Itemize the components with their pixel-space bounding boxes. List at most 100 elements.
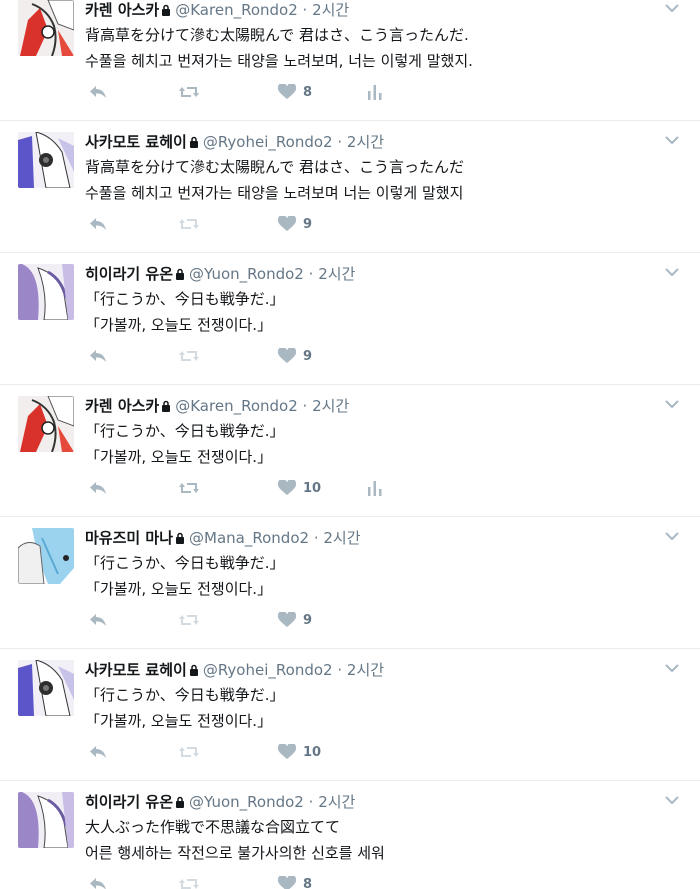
tweet-actions: 9 bbox=[85, 212, 445, 236]
display-name[interactable]: 히이라기 유온 bbox=[85, 265, 173, 283]
retweet-button[interactable] bbox=[178, 872, 200, 889]
tweet-actions: 9 bbox=[85, 608, 445, 632]
avatar[interactable] bbox=[18, 0, 74, 56]
separator-dot: · bbox=[308, 793, 314, 811]
tweet[interactable]: 사카모토 료헤이 @Ryohei_Rondo2 · 2시간 「行こうか、今日も戦争… bbox=[0, 656, 700, 781]
retweet-button[interactable] bbox=[178, 740, 200, 764]
retweet-icon bbox=[179, 351, 199, 361]
tweet-text-line: 背高草を分けて滲む太陽睨んで 君はさ、こう言ったんだ bbox=[85, 158, 465, 176]
chevron-down-icon[interactable] bbox=[664, 398, 680, 410]
like-button[interactable]: 9 bbox=[278, 344, 312, 368]
retweet-button[interactable] bbox=[178, 344, 200, 368]
timestamp[interactable]: 2시간 bbox=[347, 133, 384, 151]
reply-button[interactable] bbox=[88, 872, 108, 889]
like-button[interactable]: 9 bbox=[278, 608, 312, 632]
tweet-text-line: 「가볼까, 오늘도 전쟁이다.」 bbox=[85, 316, 273, 334]
retweet-button[interactable] bbox=[178, 608, 200, 632]
tweet[interactable]: 히이라기 유온 @Yuon_Rondo2 · 2시간 大人ぶった作戦で不思議な合図… bbox=[0, 788, 700, 889]
like-count: 8 bbox=[303, 876, 313, 889]
chevron-down-icon[interactable] bbox=[664, 2, 680, 14]
tweet-text-line: 「行こうか、今日も戦争だ.」 bbox=[85, 554, 285, 572]
analytics-button[interactable] bbox=[368, 80, 382, 104]
tweet-text: 大人ぶった作戦で不思議な合図立てて 어른 행세하는 작전으로 불가사의한 신호를… bbox=[85, 814, 385, 866]
tweet-actions: 9 bbox=[85, 344, 445, 368]
heart-icon bbox=[278, 348, 296, 363]
chevron-down-icon[interactable] bbox=[664, 662, 680, 674]
handle[interactable]: @Yuon_Rondo2 bbox=[189, 265, 304, 283]
display-name[interactable]: 히이라기 유온 bbox=[85, 793, 173, 811]
retweet-button[interactable] bbox=[178, 476, 200, 500]
reply-button[interactable] bbox=[88, 212, 108, 236]
avatar[interactable] bbox=[18, 792, 74, 848]
handle[interactable]: @Karen_Rondo2 bbox=[175, 1, 298, 19]
avatar[interactable] bbox=[18, 528, 74, 584]
like-count: 8 bbox=[303, 84, 313, 100]
display-name[interactable]: 사카모토 료헤이 bbox=[85, 661, 187, 679]
lock-icon bbox=[176, 268, 185, 280]
reply-button[interactable] bbox=[88, 476, 108, 500]
like-button[interactable]: 9 bbox=[278, 212, 312, 236]
like-count: 9 bbox=[303, 348, 313, 364]
tweet[interactable]: 카렌 아스카 @Karen_Rondo2 · 2시간 背高草を分けて滲む太陽睨んで… bbox=[0, 0, 700, 121]
display-name[interactable]: 카렌 아스카 bbox=[85, 397, 159, 415]
timestamp[interactable]: 2시간 bbox=[318, 265, 355, 283]
like-button[interactable]: 10 bbox=[278, 740, 321, 764]
timestamp[interactable]: 2시간 bbox=[318, 793, 355, 811]
separator-dot: · bbox=[337, 133, 343, 151]
separator-dot: · bbox=[302, 397, 308, 415]
like-count: 9 bbox=[303, 612, 313, 628]
tweet[interactable]: 히이라기 유온 @Yuon_Rondo2 · 2시간 「行こうか、今日も戦争だ.」… bbox=[0, 260, 700, 385]
heart-icon bbox=[278, 612, 296, 627]
lock-icon bbox=[176, 796, 185, 808]
tweet-text: 背高草を分けて滲む太陽睨んで 君はさ、こう言ったんだ 수풀을 헤치고 번져가는 … bbox=[85, 154, 464, 206]
chevron-down-icon[interactable] bbox=[664, 530, 680, 542]
tweet-text-line: 「行こうか、今日も戦争だ.」 bbox=[85, 686, 285, 704]
retweet-button[interactable] bbox=[178, 80, 200, 104]
chevron-down-icon[interactable] bbox=[664, 134, 680, 146]
tweet[interactable]: 마유즈미 마나 @Mana_Rondo2 · 2시간 「行こうか、今日も戦争だ.」… bbox=[0, 524, 700, 649]
chevron-down-icon[interactable] bbox=[664, 794, 680, 806]
heart-icon bbox=[278, 84, 296, 99]
avatar[interactable] bbox=[18, 264, 74, 320]
retweet-button[interactable] bbox=[178, 212, 200, 236]
like-count: 10 bbox=[303, 480, 322, 496]
like-button[interactable]: 8 bbox=[278, 872, 312, 889]
handle[interactable]: @Yuon_Rondo2 bbox=[189, 793, 304, 811]
retweet-icon bbox=[179, 219, 199, 229]
reply-button[interactable] bbox=[88, 740, 108, 764]
tweet-text-line: 「가볼까, 오늘도 전쟁이다.」 bbox=[85, 712, 273, 730]
timestamp[interactable]: 2시간 bbox=[312, 1, 349, 19]
handle[interactable]: @Ryohei_Rondo2 bbox=[203, 133, 333, 151]
reply-icon bbox=[90, 86, 106, 98]
handle[interactable]: @Karen_Rondo2 bbox=[175, 397, 298, 415]
reply-button[interactable] bbox=[88, 344, 108, 368]
reply-button[interactable] bbox=[88, 608, 108, 632]
tweet[interactable]: 사카모토 료헤이 @Ryohei_Rondo2 · 2시간 背高草を分けて滲む太陽… bbox=[0, 128, 700, 253]
avatar[interactable] bbox=[18, 660, 74, 716]
handle[interactable]: @Ryohei_Rondo2 bbox=[203, 661, 333, 679]
timestamp[interactable]: 2시간 bbox=[347, 661, 384, 679]
avatar[interactable] bbox=[18, 396, 74, 452]
tweet-actions: 10 bbox=[85, 740, 445, 764]
analytics-button[interactable] bbox=[368, 476, 382, 500]
timestamp[interactable]: 2시간 bbox=[312, 397, 349, 415]
reply-button[interactable] bbox=[88, 80, 108, 104]
display-name[interactable]: 카렌 아스카 bbox=[85, 1, 159, 19]
handle[interactable]: @Mana_Rondo2 bbox=[189, 529, 309, 547]
tweet[interactable]: 카렌 아스카 @Karen_Rondo2 · 2시간 「行こうか、今日も戦争だ.」… bbox=[0, 392, 700, 517]
like-button[interactable]: 8 bbox=[278, 80, 312, 104]
tweet-header: 히이라기 유온 @Yuon_Rondo2 · 2시간 bbox=[85, 264, 355, 284]
chevron-down-icon[interactable] bbox=[664, 266, 680, 278]
tweet-text-line: 수풀을 헤치고 번져가는 태양을 노려보며, 너는 이렇게 말했지. bbox=[85, 52, 473, 70]
retweet-icon bbox=[179, 615, 199, 625]
display-name[interactable]: 사카모토 료헤이 bbox=[85, 133, 187, 151]
tweet-text: 「行こうか、今日も戦争だ.」 「가볼까, 오늘도 전쟁이다.」 bbox=[85, 682, 284, 734]
tweet-text-line: 「行こうか、今日も戦争だ.」 bbox=[85, 290, 285, 308]
avatar[interactable] bbox=[18, 132, 74, 188]
display-name[interactable]: 마유즈미 마나 bbox=[85, 529, 173, 547]
tweet-header: 히이라기 유온 @Yuon_Rondo2 · 2시간 bbox=[85, 792, 355, 812]
timestamp[interactable]: 2시간 bbox=[323, 529, 360, 547]
like-button[interactable]: 10 bbox=[278, 476, 321, 500]
separator-dot: · bbox=[302, 1, 308, 19]
reply-icon bbox=[90, 482, 106, 494]
